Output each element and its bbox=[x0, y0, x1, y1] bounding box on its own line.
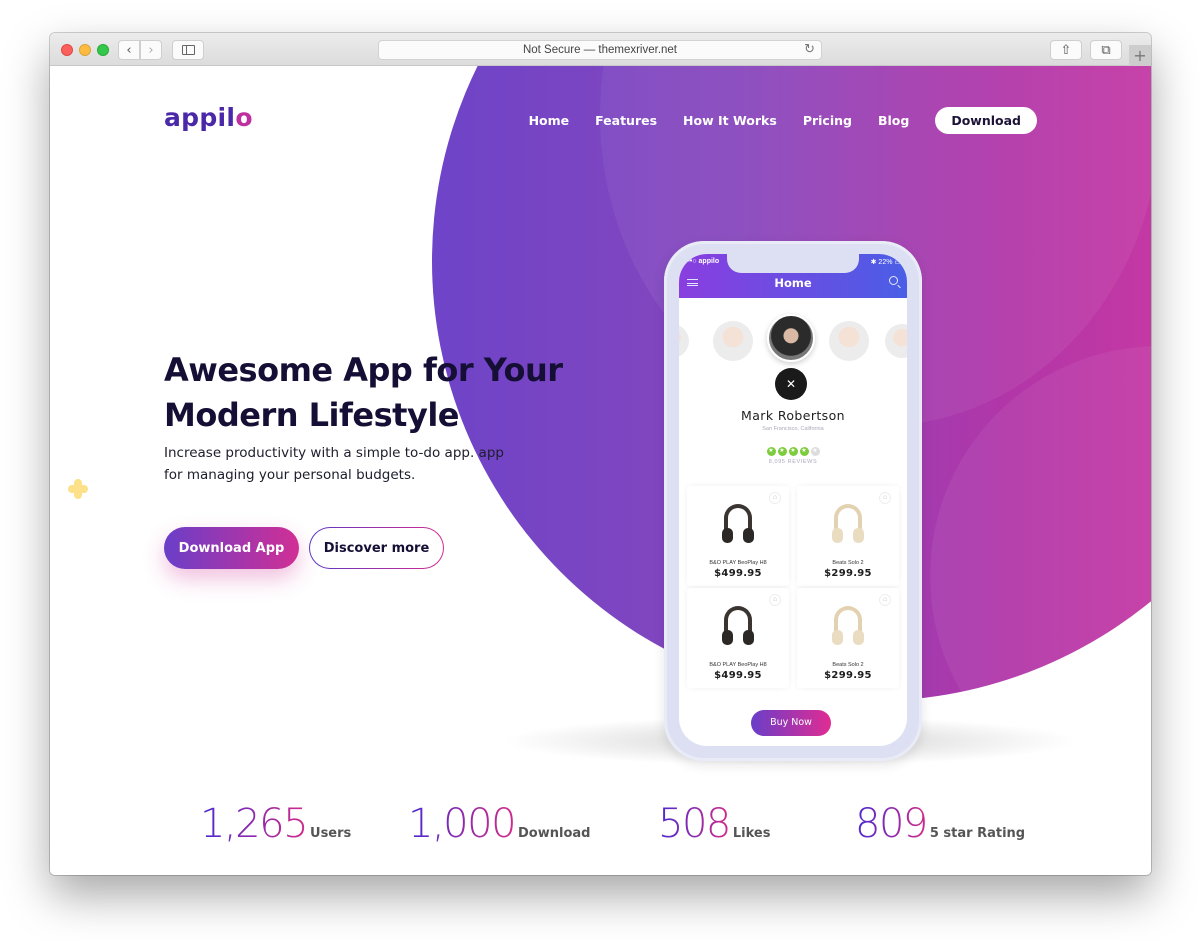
product-card: ⌂ Beats Solo 2 $299.95 bbox=[797, 486, 899, 586]
star-icon: ★ bbox=[766, 447, 776, 456]
close-window-button[interactable] bbox=[61, 44, 73, 56]
discover-more-button[interactable]: Discover more bbox=[309, 527, 444, 569]
nav-pricing[interactable]: Pricing bbox=[803, 113, 852, 128]
star-empty-icon: ★ bbox=[810, 447, 820, 456]
product-name: Beats Solo 2 bbox=[832, 560, 864, 566]
product-name: Beats Solo 2 bbox=[832, 662, 864, 668]
chevron-left-icon: ‹ bbox=[126, 42, 132, 58]
stat-value: 809 bbox=[855, 801, 928, 847]
back-button[interactable]: ‹ bbox=[118, 40, 140, 60]
star-icon: ★ bbox=[788, 447, 798, 456]
stat-value: 1,000 bbox=[408, 801, 517, 847]
close-icon: ✕ bbox=[775, 368, 807, 400]
nav-home[interactable]: Home bbox=[529, 113, 570, 128]
stat-label: 5 star Rating bbox=[929, 826, 1026, 841]
avatar bbox=[713, 321, 753, 361]
stat-downloads: 1,000 Download bbox=[408, 801, 590, 847]
site-logo[interactable]: appilo bbox=[164, 103, 253, 132]
cart-icon: ⌂ bbox=[769, 492, 781, 504]
tabs-icon: ⧉ bbox=[1101, 42, 1111, 58]
main-nav: Home Features How It Works Pricing Blog … bbox=[529, 107, 1037, 134]
nav-features[interactable]: Features bbox=[595, 113, 657, 128]
stat-value: 508 bbox=[658, 801, 731, 847]
product-name: B&O PLAY BeoPlay H8 bbox=[709, 560, 767, 566]
profile-location: San Francisco, California bbox=[762, 426, 824, 432]
product-price: $499.95 bbox=[714, 568, 762, 579]
stat-label: Download bbox=[518, 826, 591, 841]
stat-value: 1,265 bbox=[200, 801, 309, 847]
status-carrier: •••○ appilo bbox=[685, 258, 720, 265]
product-price: $299.95 bbox=[824, 670, 872, 681]
stat-likes: 508 Likes bbox=[658, 801, 770, 847]
share-button[interactable]: ⇧ bbox=[1050, 40, 1082, 60]
review-count: 8,095 REVIEWS bbox=[768, 459, 818, 465]
stat-rating: 809 5 star Rating bbox=[855, 801, 1025, 847]
stats-row: 1,265 Users 1,000 Download 508 Likes 809… bbox=[50, 801, 1151, 851]
avatar-carousel bbox=[679, 314, 907, 374]
forward-button[interactable]: › bbox=[140, 40, 162, 60]
product-price: $299.95 bbox=[824, 568, 872, 579]
sidebar-icon bbox=[181, 45, 195, 55]
star-rating: ★ ★ ★ ★ ★ bbox=[679, 447, 907, 456]
chevron-right-icon: › bbox=[148, 42, 154, 58]
browser-window: ‹ › Not Secure — themexriver.net ↻ ⇧ ⧉ +… bbox=[50, 33, 1151, 875]
logo-text: appil bbox=[164, 103, 236, 132]
logo-accent: o bbox=[235, 103, 253, 132]
avatar bbox=[885, 324, 907, 358]
nav-download-button[interactable]: Download bbox=[935, 107, 1037, 134]
buy-now-button: Buy Now bbox=[751, 710, 831, 736]
nav-blog[interactable]: Blog bbox=[878, 113, 909, 128]
stat-label: Users bbox=[310, 826, 352, 841]
avatar-selected bbox=[767, 314, 815, 362]
hero-subtitle: Increase productivity with a simple to-d… bbox=[164, 445, 504, 483]
phone-screen: •••○ appilo ✱ 22% ▭ Home ✕ Mark Robertso… bbox=[679, 254, 907, 746]
reload-icon[interactable]: ↻ bbox=[804, 42, 815, 57]
web-page: appilo Home Features How It Works Pricin… bbox=[50, 66, 1151, 875]
decorative-plus-icon bbox=[68, 479, 88, 499]
browser-toolbar: ‹ › Not Secure — themexriver.net ↻ ⇧ ⧉ + bbox=[50, 33, 1151, 66]
hero-title: Awesome App for Your Modern Lifestyle bbox=[164, 351, 563, 434]
download-app-button[interactable]: Download App bbox=[164, 527, 299, 569]
stat-users: 1,265 Users bbox=[200, 801, 351, 847]
nav-how-it-works[interactable]: How It Works bbox=[683, 113, 777, 128]
avatar bbox=[679, 324, 689, 358]
phone-mockup: •••○ appilo ✱ 22% ▭ Home ✕ Mark Robertso… bbox=[664, 241, 922, 761]
phone-notch bbox=[727, 254, 859, 273]
sidebar-toggle-button[interactable] bbox=[172, 40, 204, 60]
cart-icon: ⌂ bbox=[879, 492, 891, 504]
product-name: B&O PLAY BeoPlay H8 bbox=[709, 662, 767, 668]
product-card: ⌂ B&O PLAY BeoPlay H8 $499.95 bbox=[687, 588, 789, 688]
new-tab-button[interactable]: + bbox=[1129, 45, 1151, 66]
headphone-image bbox=[722, 606, 754, 646]
minimize-window-button[interactable] bbox=[79, 44, 91, 56]
search-icon bbox=[889, 276, 898, 285]
star-icon: ★ bbox=[777, 447, 787, 456]
app-screen-title: Home bbox=[774, 276, 812, 290]
address-bar[interactable]: Not Secure — themexriver.net ↻ bbox=[378, 40, 822, 60]
product-card: ⌂ Beats Solo 2 $299.95 bbox=[797, 588, 899, 688]
profile-name: Mark Robertson bbox=[741, 408, 845, 423]
headphone-image bbox=[832, 606, 864, 646]
cart-icon: ⌂ bbox=[769, 594, 781, 606]
cart-icon: ⌂ bbox=[879, 594, 891, 606]
product-price: $499.95 bbox=[714, 670, 762, 681]
show-tabs-button[interactable]: ⧉ bbox=[1090, 40, 1122, 60]
status-battery: ✱ 22% ▭ bbox=[870, 259, 901, 266]
share-icon: ⇧ bbox=[1060, 42, 1072, 58]
url-text: Not Secure — themexriver.net bbox=[522, 44, 678, 56]
product-card: ⌂ B&O PLAY BeoPlay H8 $499.95 bbox=[687, 486, 789, 586]
headphone-image bbox=[722, 504, 754, 544]
star-icon: ★ bbox=[799, 447, 809, 456]
avatar bbox=[829, 321, 869, 361]
stat-label: Likes bbox=[732, 826, 771, 841]
headphone-image bbox=[832, 504, 864, 544]
zoom-window-button[interactable] bbox=[97, 44, 109, 56]
